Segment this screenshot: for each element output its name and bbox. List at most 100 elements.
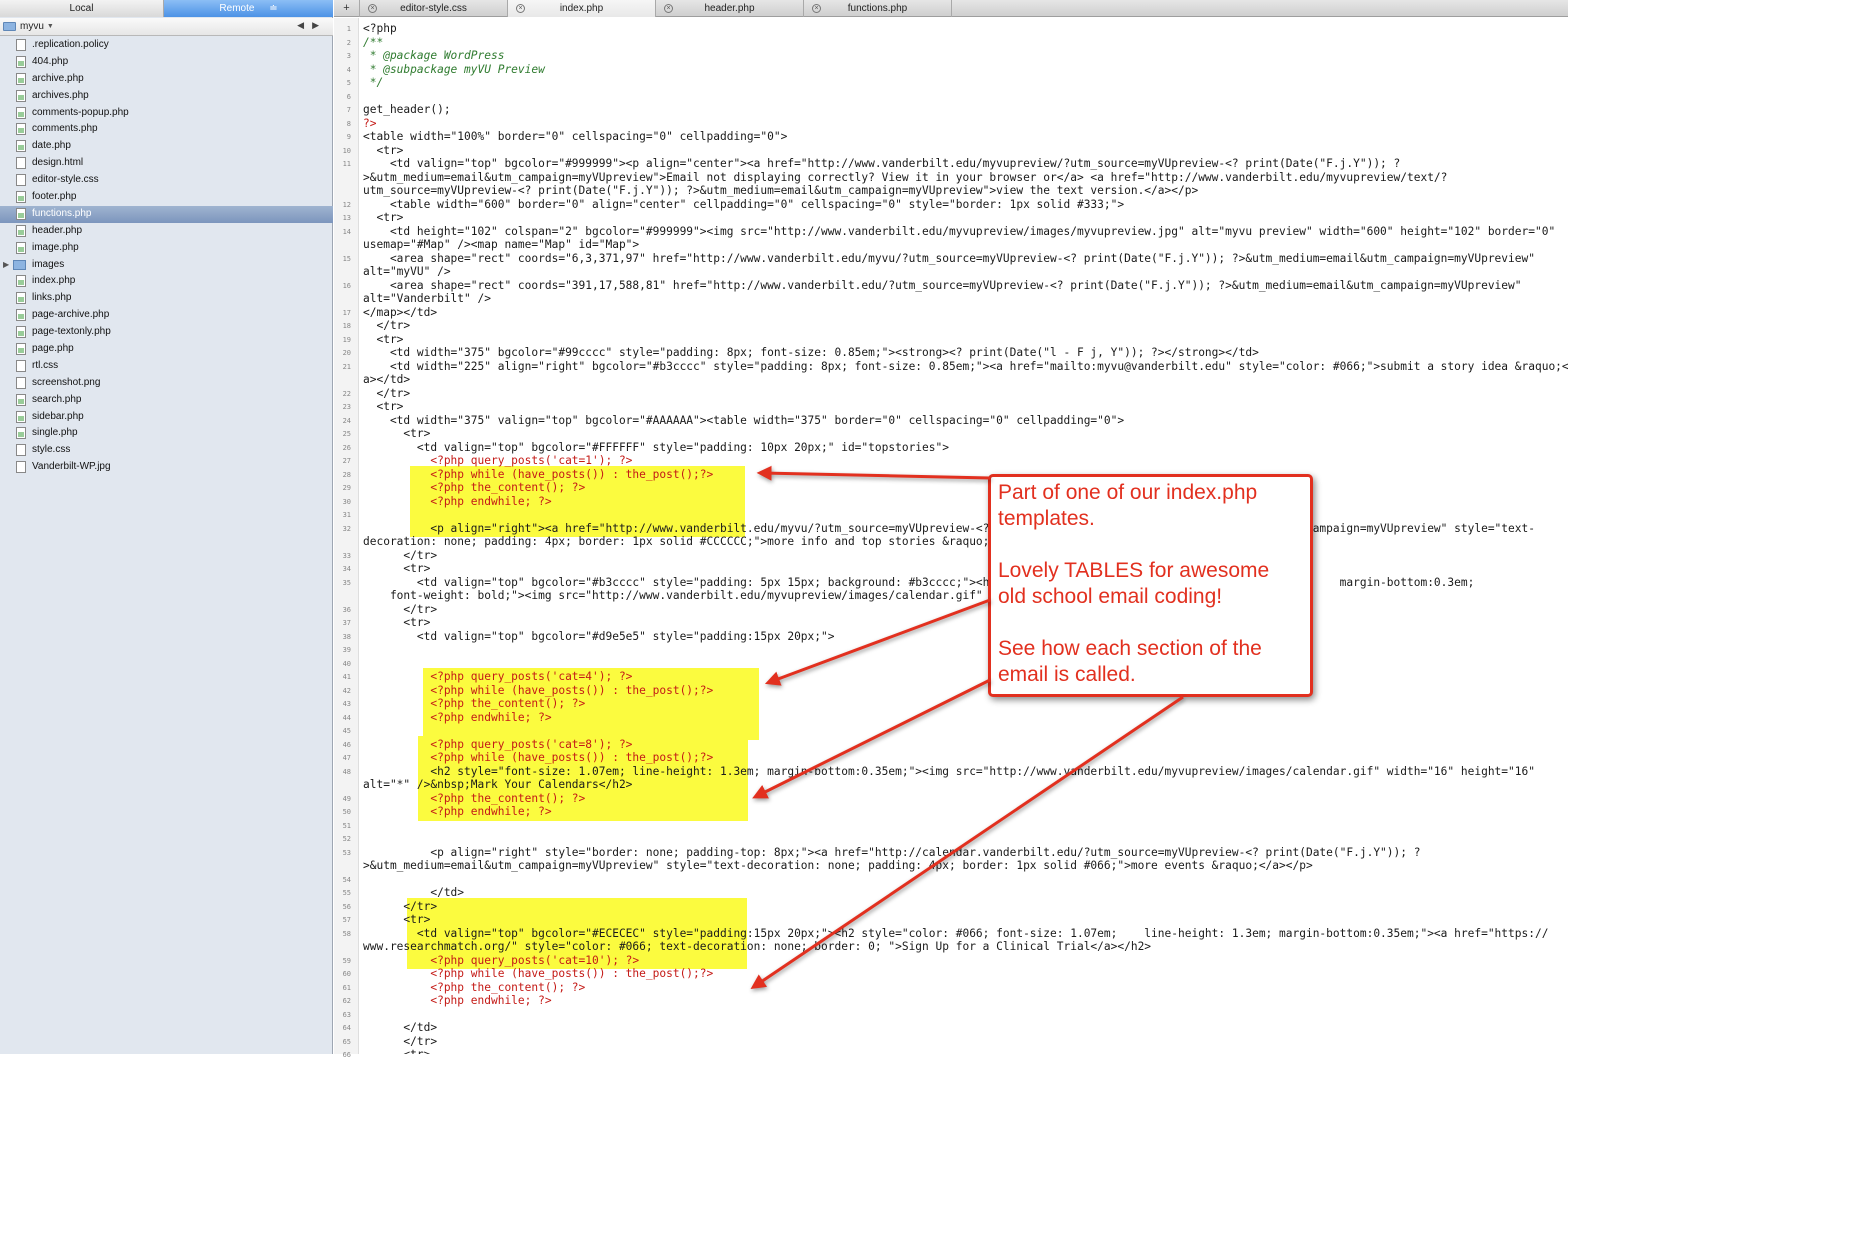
line-number: 33 bbox=[342, 551, 351, 560]
line-number: 36 bbox=[342, 605, 351, 614]
line-number: 8 bbox=[346, 119, 351, 128]
file-list: .replication.policy 404.php archive.php arc… bbox=[0, 37, 333, 476]
line-number: 19 bbox=[342, 335, 351, 344]
file-item[interactable]: links.php bbox=[0, 290, 333, 307]
line-number: 15 bbox=[342, 254, 351, 263]
path-selector[interactable]: myvu ▼ ◀▶ bbox=[0, 18, 333, 36]
line-number: 1 bbox=[346, 25, 351, 33]
file-item[interactable]: editor-style.css bbox=[0, 172, 333, 189]
editor-tab[interactable]: × header.php bbox=[656, 0, 804, 17]
code-line: <?php bbox=[363, 22, 397, 35]
file-item[interactable]: rtl.css bbox=[0, 358, 333, 375]
file-name: image.php bbox=[32, 241, 79, 253]
file-item[interactable]: index.php bbox=[0, 273, 333, 290]
code-line: alt="myVU" /> bbox=[363, 265, 451, 278]
line-number: 35 bbox=[342, 578, 351, 587]
code-line: <?php query_posts('cat=8'); ?> bbox=[363, 737, 633, 751]
editor-tab[interactable]: × functions.php bbox=[804, 0, 952, 17]
file-item[interactable]: date.php bbox=[0, 138, 333, 155]
line-number: 54 bbox=[342, 875, 351, 884]
file-item[interactable]: design.html bbox=[0, 155, 333, 172]
file-icon bbox=[16, 224, 26, 237]
code-line: <?php endwhile; ?> bbox=[363, 805, 552, 818]
close-tab-icon[interactable]: × bbox=[664, 4, 673, 13]
history-nav-icons[interactable]: ◀▶ bbox=[297, 20, 327, 31]
file-item[interactable]: archives.php bbox=[0, 88, 333, 105]
code-line: <tr> bbox=[363, 211, 404, 224]
chevron-down-icon: ▼ bbox=[46, 23, 54, 30]
code-line: <?php while (have_posts()) : the_post();… bbox=[363, 967, 714, 980]
close-tab-icon[interactable]: × bbox=[516, 4, 525, 13]
line-number: 28 bbox=[342, 470, 351, 479]
file-item[interactable]: comments-popup.php bbox=[0, 105, 333, 122]
file-item[interactable]: page.php bbox=[0, 341, 333, 358]
line-number: 53 bbox=[342, 848, 351, 857]
line-number-gutter: 1 2 3 4 5 6 7 8 9 10 11 12 13 14 15 16 17 18 19 20 21 22 23 24 2… bbox=[334, 18, 359, 1059]
code-line: * @subpackage myVU Preview bbox=[363, 62, 545, 76]
line-number: 56 bbox=[342, 902, 351, 911]
file-item[interactable]: screenshot.png bbox=[0, 375, 333, 392]
close-tab-icon[interactable]: × bbox=[368, 4, 377, 13]
new-tab-button[interactable]: + bbox=[334, 0, 360, 17]
code-line: </td> bbox=[363, 1021, 438, 1034]
code-line: <?php the_content(); ?> bbox=[363, 791, 586, 805]
line-number: 63 bbox=[342, 1010, 351, 1019]
line-number: 23 bbox=[342, 403, 351, 411]
code-line: <area shape="rect" coords="391,17,588,81… bbox=[363, 278, 1522, 292]
line-number: 31 bbox=[342, 511, 351, 519]
line-number: 43 bbox=[342, 700, 351, 708]
file-item[interactable]: .replication.policy bbox=[0, 37, 333, 54]
file-item[interactable]: header.php bbox=[0, 223, 333, 240]
file-icon bbox=[16, 89, 26, 102]
code-line: <p align="right" style="border: none; pa… bbox=[363, 845, 1421, 859]
disclosure-triangle-icon[interactable]: ▶ bbox=[3, 257, 9, 274]
line-number: 24 bbox=[342, 416, 351, 425]
line-number: 26 bbox=[342, 443, 351, 452]
file-item[interactable]: single.php bbox=[0, 425, 333, 442]
file-name: .replication.policy bbox=[32, 39, 109, 50]
code-line: a></td> bbox=[363, 373, 411, 386]
file-item[interactable]: ▶ images bbox=[0, 257, 333, 274]
file-item[interactable]: page-textonly.php bbox=[0, 324, 333, 341]
file-item[interactable]: Vanderbilt-WP.jpg bbox=[0, 459, 333, 476]
code-editor[interactable]: <?php/** * @package WordPress * @subpack… bbox=[363, 18, 1568, 1054]
file-name: Vanderbilt-WP.jpg bbox=[32, 461, 111, 473]
line-number: 46 bbox=[342, 740, 351, 749]
file-item[interactable]: 404.php bbox=[0, 54, 333, 71]
file-item[interactable]: search.php bbox=[0, 392, 333, 409]
annotation-callout: Part of one of our index.php templates. … bbox=[988, 474, 1313, 697]
editor-tab[interactable]: × editor-style.css bbox=[360, 0, 508, 17]
code-line: utm_source=myVUpreview-<? print(Date("F.… bbox=[363, 184, 1199, 197]
line-number: 27 bbox=[342, 457, 351, 465]
line-number: 13 bbox=[342, 214, 351, 222]
line-number: 66 bbox=[342, 1051, 351, 1059]
file-item[interactable]: functions.php bbox=[0, 205, 333, 223]
code-line: decoration: none; padding: 4px; border: … bbox=[363, 535, 1044, 548]
code-line: get_header(); bbox=[363, 103, 451, 116]
file-item[interactable]: footer.php bbox=[0, 189, 333, 206]
tab-remote[interactable]: Remote ≐ bbox=[164, 0, 333, 17]
file-item[interactable]: comments.php bbox=[0, 121, 333, 138]
file-item[interactable]: style.css bbox=[0, 442, 333, 459]
editor-tab[interactable]: × index.php bbox=[508, 0, 656, 17]
line-number: 58 bbox=[342, 929, 351, 938]
code-line: <?php endwhile; ?> bbox=[363, 710, 552, 724]
file-item[interactable]: image.php bbox=[0, 240, 333, 257]
code-line: www.researchmatch.org/" style="color: #0… bbox=[363, 940, 1152, 953]
file-browser-sidebar: Local Remote ≐ myvu ▼ ◀▶ .replication.po… bbox=[0, 0, 333, 1054]
file-item[interactable]: archive.php bbox=[0, 71, 333, 88]
file-item[interactable]: page-archive.php bbox=[0, 307, 333, 324]
line-number: 21 bbox=[342, 362, 351, 371]
code-line: </tr> bbox=[363, 319, 411, 332]
close-tab-icon[interactable]: × bbox=[812, 4, 821, 13]
file-item[interactable]: sidebar.php bbox=[0, 409, 333, 426]
code-line: </tr> bbox=[363, 386, 411, 400]
code-line: /** bbox=[363, 35, 384, 49]
tab-local[interactable]: Local bbox=[0, 0, 164, 17]
code-line: <tr> bbox=[363, 427, 431, 440]
file-icon bbox=[16, 292, 26, 305]
path-label: myvu bbox=[20, 21, 44, 32]
file-name: rtl.css bbox=[32, 359, 59, 371]
file-name: functions.php bbox=[32, 207, 92, 219]
file-name: comments-popup.php bbox=[32, 106, 129, 118]
